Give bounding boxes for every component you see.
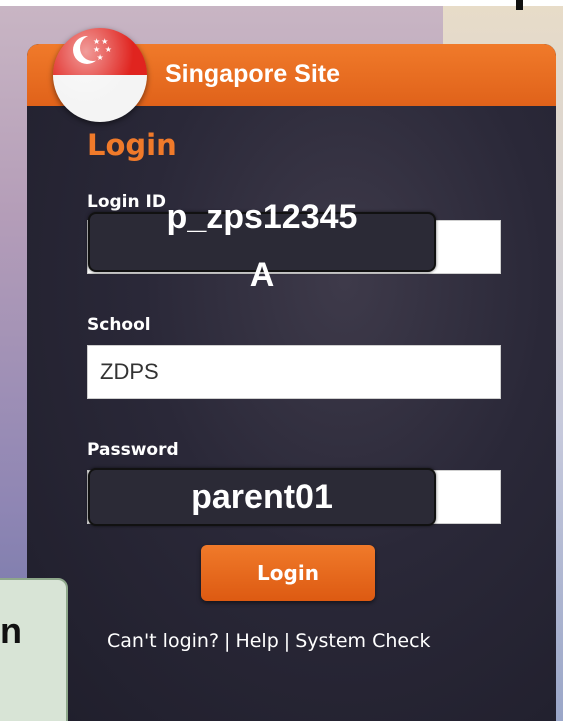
- help-link[interactable]: Help: [235, 630, 278, 652]
- login-id-overlay-line1: p_zps12345: [166, 198, 358, 236]
- link-separator: |: [283, 630, 291, 652]
- side-card-text: n: [0, 610, 22, 651]
- login-button[interactable]: Login: [201, 545, 375, 601]
- cant-login-link[interactable]: Can't login?: [107, 630, 219, 652]
- login-id-overlay-line2: A: [249, 256, 275, 294]
- password-overlay: parent01: [191, 478, 333, 516]
- school-label: School: [87, 315, 151, 335]
- login-heading: Login: [87, 128, 177, 162]
- top-edge: [0, 0, 563, 6]
- help-links: Can't login? | Help | System Check: [107, 630, 431, 652]
- system-check-link[interactable]: System Check: [295, 630, 430, 652]
- singapore-flag-icon: ★★★ ★ ★: [53, 28, 147, 122]
- top-corner-mark: [516, 0, 523, 10]
- school-input[interactable]: ZDPS: [87, 345, 501, 399]
- site-title: Singapore Site: [165, 60, 341, 88]
- password-label: Password: [87, 440, 179, 460]
- link-separator: |: [224, 630, 231, 652]
